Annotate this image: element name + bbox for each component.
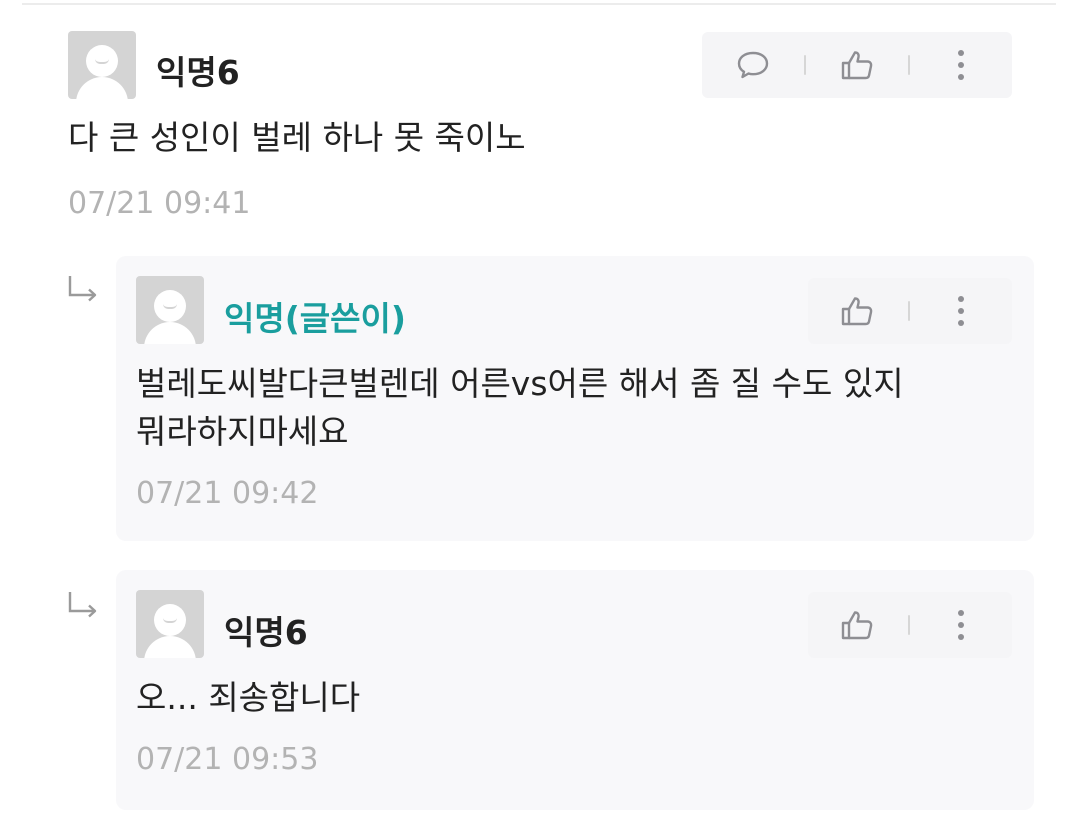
reply-nickname[interactable]: 익명(글쓴이): [224, 292, 406, 340]
comment-text: 다 큰 성인이 벌레 하나 못 죽이노: [68, 118, 526, 157]
like-icon[interactable]: [824, 32, 890, 98]
reply-timestamp: 07/21 09:42: [136, 476, 319, 511]
reply-arrow-icon: [68, 276, 97, 302]
reply-action-bar: [808, 592, 1012, 658]
more-icon[interactable]: [928, 32, 994, 98]
more-icon[interactable]: [928, 592, 994, 658]
reply-icon[interactable]: [720, 32, 786, 98]
comment-timestamp: 07/21 09:41: [68, 186, 251, 221]
avatar[interactable]: [68, 31, 136, 99]
reply-text-line: 벌레도씨발다큰벌렌데 어른vs어른 해서 좀 질 수도 있지: [136, 364, 904, 403]
avatar[interactable]: [136, 276, 204, 344]
comment-action-bar: [702, 32, 1012, 98]
reply-timestamp: 07/21 09:53: [136, 742, 319, 777]
comment-thread: 익명6 다 큰 성인이 벌레 하나 못 죽이노 07/21 09:41 익명(글…: [0, 0, 1079, 826]
reply-text-line: 뭐라하지마세요: [136, 412, 349, 451]
action-separator: [908, 615, 910, 635]
like-icon[interactable]: [824, 592, 890, 658]
avatar[interactable]: [136, 590, 204, 658]
reply-arrow-icon: [68, 592, 97, 618]
divider: [22, 3, 1056, 5]
more-icon[interactable]: [928, 278, 994, 344]
like-icon[interactable]: [824, 278, 890, 344]
action-separator: [804, 55, 806, 75]
reply-text-line: 오... 죄송합니다: [136, 678, 361, 717]
comment-nickname[interactable]: 익명6: [156, 46, 240, 94]
reply-card: 익명(글쓴이) 벌레도씨발다큰벌렌데 어른vs어른 해서 좀 질 수도 있지 뭐…: [116, 256, 1034, 541]
action-separator: [908, 55, 910, 75]
reply-card: 익명6 오... 죄송합니다 07/21 09:53: [116, 570, 1034, 810]
action-separator: [908, 301, 910, 321]
reply-action-bar: [808, 278, 1012, 344]
reply-nickname[interactable]: 익명6: [224, 606, 308, 654]
